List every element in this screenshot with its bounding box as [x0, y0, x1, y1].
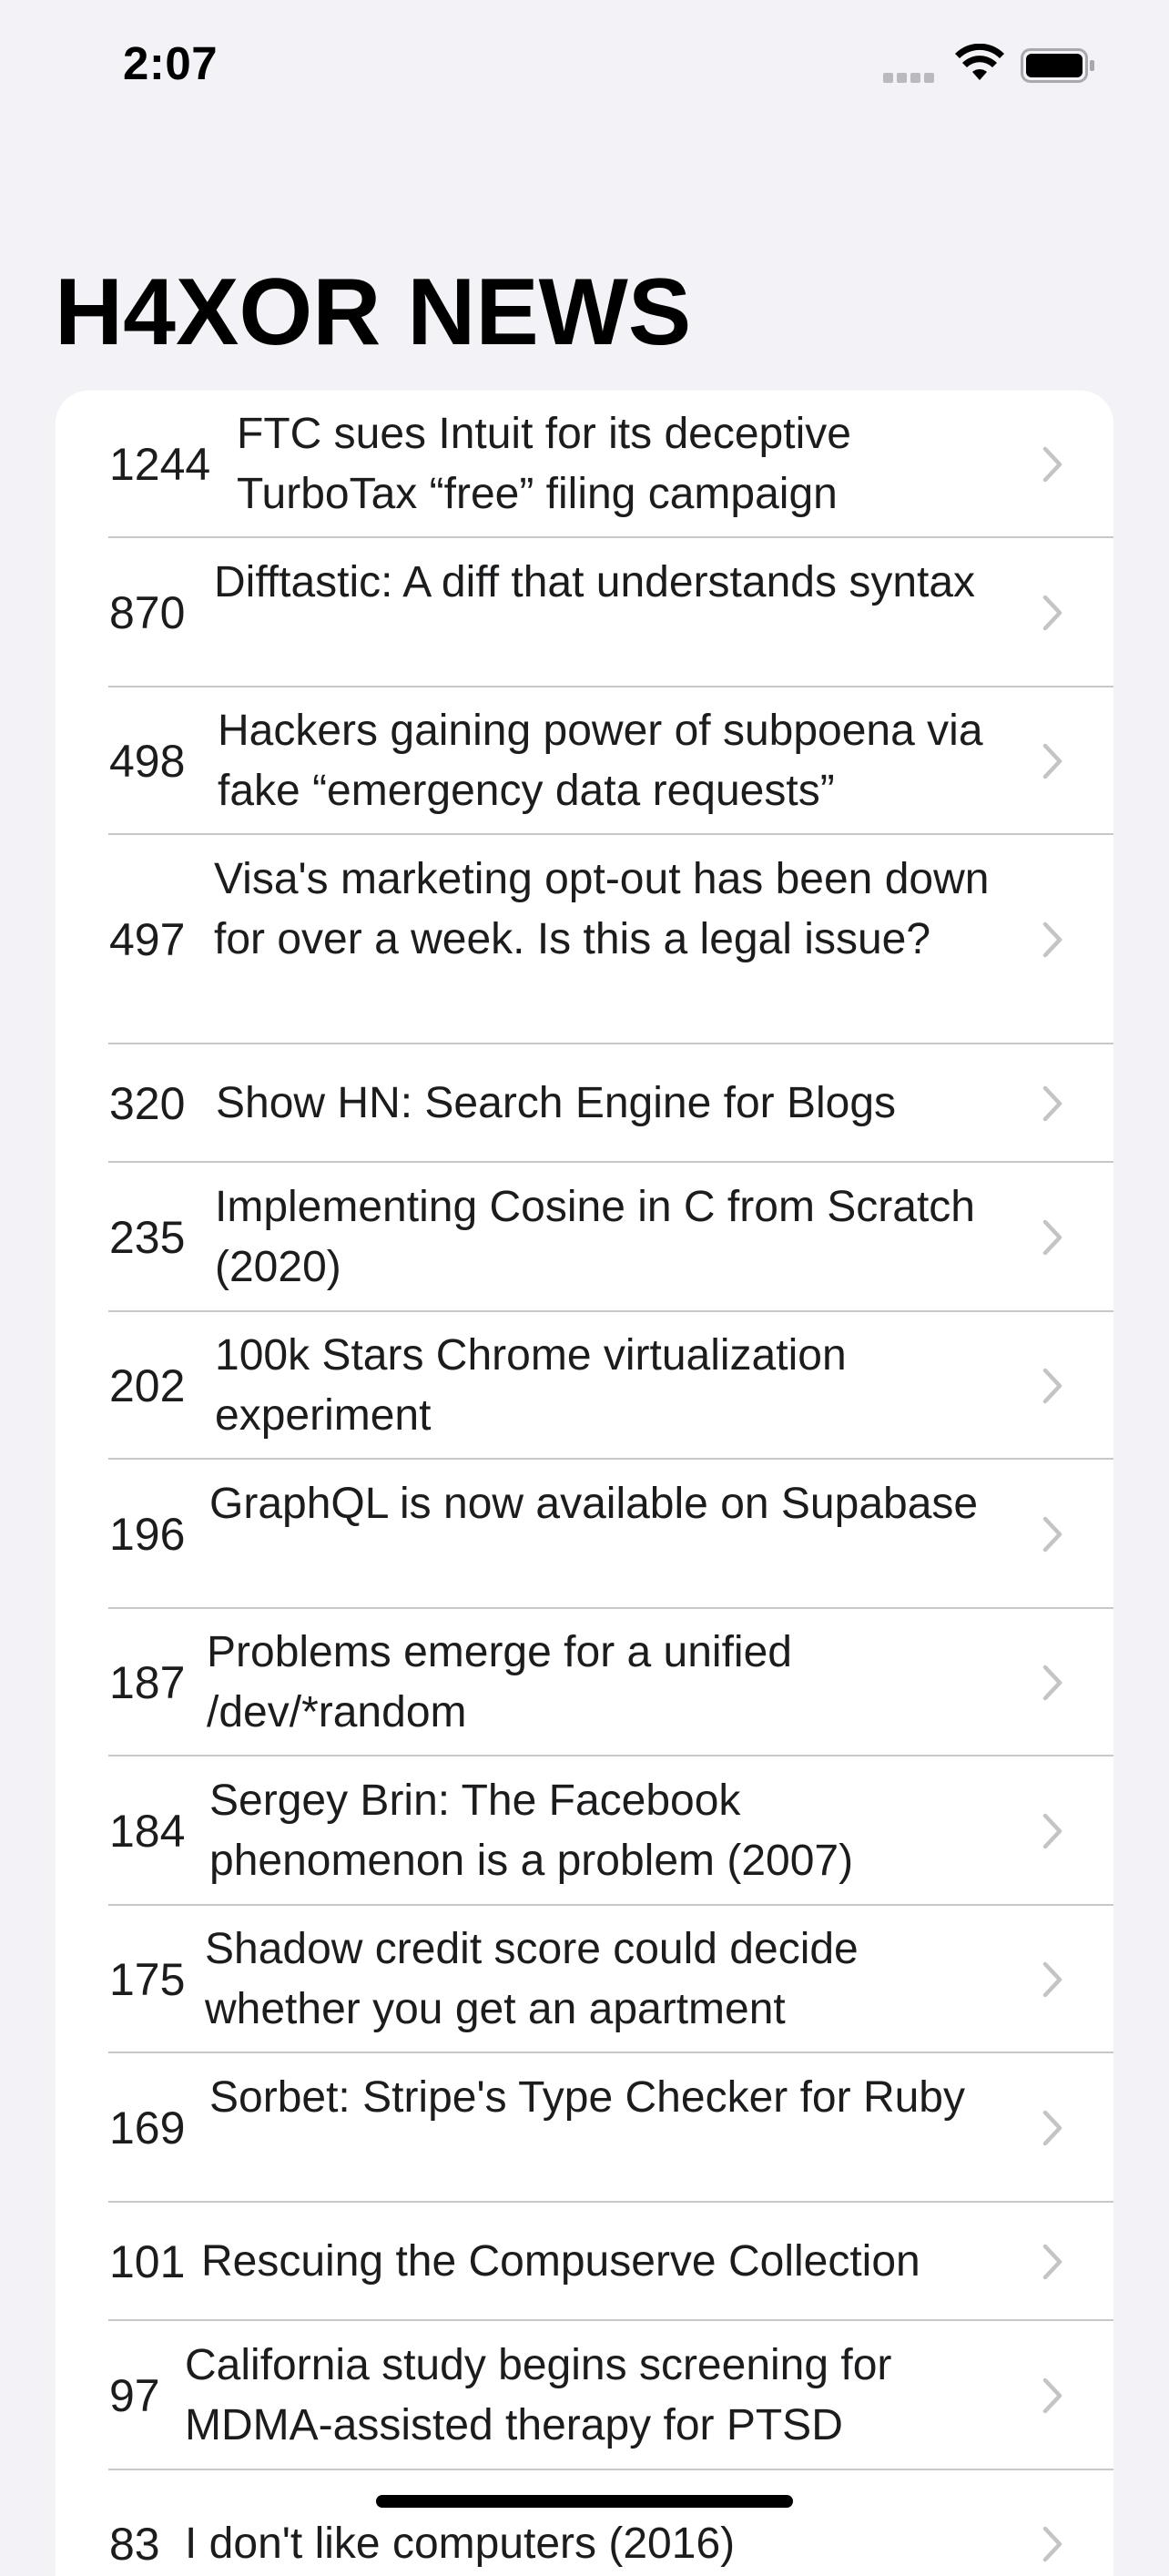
- story-title: FTC sues Intuit for its deceptive TurboT…: [237, 410, 851, 518]
- wifi-icon: [955, 44, 1004, 80]
- story-row[interactable]: 870 Difftastic: A diff that understands s…: [56, 538, 1113, 687]
- home-indicator[interactable]: [376, 2495, 793, 2508]
- story-row[interactable]: 320 Show HN: Search Engine for Blogs: [56, 1044, 1113, 1163]
- story-score: 97: [109, 2370, 160, 2421]
- chevron-right-icon: [1042, 2377, 1062, 2414]
- story-row[interactable]: 497 Visa's marketing opt-out has been dow…: [56, 835, 1113, 1044]
- story-score: 196: [109, 1509, 186, 1560]
- story-row[interactable]: 235 Implementing Cosine in C from Scratch…: [56, 1163, 1113, 1312]
- chevron-right-icon: [1042, 446, 1062, 483]
- story-score: 202: [109, 1360, 186, 1411]
- chevron-right-icon: [1042, 1813, 1062, 1849]
- story-score: 1244: [109, 439, 211, 490]
- story-title: Visa's marketing opt-out has been down f…: [214, 855, 990, 963]
- story-title: Sergey Brin: The Facebook phenomenon is …: [209, 1777, 854, 1885]
- story-score: 175: [109, 1954, 186, 2005]
- story-title: California study begins screening for MD…: [185, 2341, 892, 2449]
- page-title: H4XOR NEWS: [55, 260, 692, 365]
- status-bar: 2:07: [0, 0, 1169, 137]
- story-row[interactable]: 175 Shadow credit score could decide whet…: [56, 1906, 1113, 2053]
- story-list: 1244 FTC sues Intuit for its deceptive Tu…: [56, 391, 1113, 2576]
- chevron-right-icon: [1042, 1665, 1062, 1701]
- story-score: 101: [109, 2236, 186, 2287]
- story-row[interactable]: 196 GraphQL is now available on Supabase: [56, 1460, 1113, 1609]
- story-score: 497: [109, 914, 186, 965]
- story-row[interactable]: 169 Sorbet: Stripe's Type Checker for Rub…: [56, 2053, 1113, 2203]
- story-score: 187: [109, 1657, 186, 1708]
- story-title: I don't like computers (2016): [185, 2520, 736, 2568]
- story-title: Rescuing the Compuserve Collection: [201, 2237, 920, 2286]
- story-title: Hackers gaining power of subpoena via fa…: [218, 707, 983, 815]
- story-title: Shadow credit score could decide whether…: [205, 1925, 859, 2033]
- story-row[interactable]: 202 100k Stars Chrome virtualization expe…: [56, 1312, 1113, 1460]
- chevron-right-icon: [1042, 1085, 1062, 1122]
- story-row[interactable]: 97 California study begins screening for …: [56, 2321, 1113, 2470]
- story-score: 169: [109, 2103, 186, 2153]
- story-score: 498: [109, 736, 186, 787]
- story-title: 100k Stars Chrome virtualization experim…: [215, 1331, 847, 1440]
- battery-icon: [1021, 48, 1094, 83]
- chevron-right-icon: [1042, 1368, 1062, 1404]
- story-score: 184: [109, 1806, 186, 1857]
- story-title: Implementing Cosine in C from Scratch (2…: [215, 1183, 975, 1291]
- story-row[interactable]: 187 Problems emerge for a unified /dev/*r…: [56, 1609, 1113, 1756]
- story-score: 83: [109, 2519, 160, 2570]
- chevron-right-icon: [1042, 595, 1062, 631]
- story-title: Problems emerge for a unified /dev/*rand…: [207, 1628, 792, 1736]
- story-row[interactable]: 83 I don't like computers (2016): [56, 2470, 1113, 2576]
- story-score: 870: [109, 587, 186, 638]
- chevron-right-icon: [1042, 1516, 1062, 1553]
- story-title: Sorbet: Stripe's Type Checker for Ruby: [209, 2073, 965, 2122]
- story-title: Show HN: Search Engine for Blogs: [216, 1079, 897, 1127]
- story-title: GraphQL is now available on Supabase: [209, 1480, 979, 1528]
- chevron-right-icon: [1042, 2244, 1062, 2280]
- status-time: 2:07: [123, 37, 219, 89]
- story-row[interactable]: 498 Hackers gaining power of subpoena via…: [56, 687, 1113, 835]
- story-row[interactable]: 101 Rescuing the Compuserve Collection: [56, 2203, 1113, 2321]
- cellular-signal-icon: [883, 71, 940, 83]
- chevron-right-icon: [1042, 1961, 1062, 1998]
- chevron-right-icon: [1042, 2526, 1062, 2562]
- chevron-right-icon: [1042, 921, 1062, 958]
- story-row[interactable]: 184 Sergey Brin: The Facebook phenomenon …: [56, 1756, 1113, 1906]
- chevron-right-icon: [1042, 1219, 1062, 1256]
- story-score: 235: [109, 1212, 186, 1263]
- chevron-right-icon: [1042, 2110, 1062, 2146]
- chevron-right-icon: [1042, 743, 1062, 779]
- story-row[interactable]: 1244 FTC sues Intuit for its deceptive Tu…: [56, 391, 1113, 538]
- story-title: Difftastic: A diff that understands synt…: [214, 558, 976, 606]
- story-score: 320: [109, 1078, 186, 1129]
